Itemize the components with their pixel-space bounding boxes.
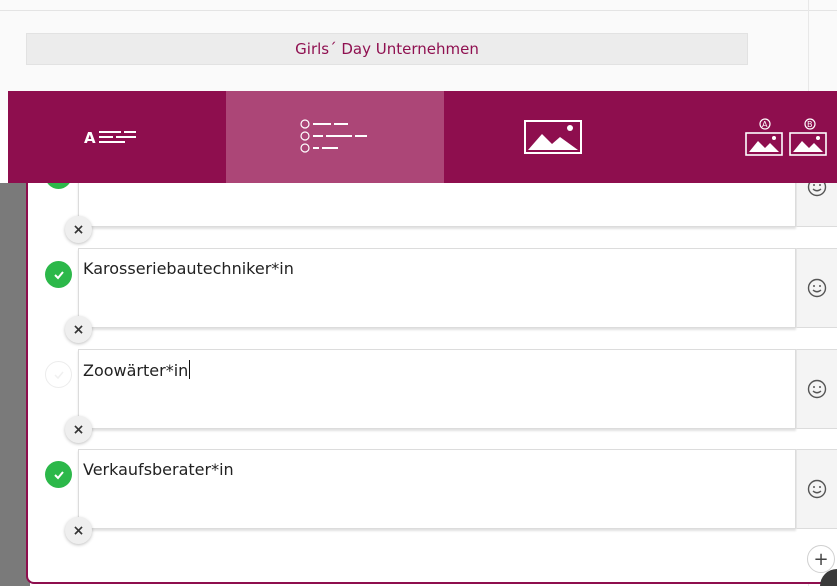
- delete-answer-button[interactable]: ×: [65, 316, 92, 343]
- delete-answer-button[interactable]: ×: [65, 517, 92, 544]
- answer-type-toolbar: A A B: [8, 91, 837, 183]
- correct-toggle[interactable]: [45, 361, 72, 388]
- svg-text:B: B: [807, 120, 813, 129]
- svg-text:A: A: [84, 129, 96, 147]
- answer-input[interactable]: Zoowärter*in: [78, 349, 796, 429]
- correct-toggle[interactable]: [45, 461, 72, 488]
- answer-input[interactable]: Karosseriebautechniker*in: [78, 248, 796, 328]
- svg-text:A: A: [762, 120, 768, 129]
- answer-input[interactable]: Verkaufsberater*in: [78, 449, 796, 529]
- answer-text: Verkaufsberater*in: [83, 460, 234, 479]
- check-icon: [53, 270, 64, 279]
- smiley-icon: [807, 479, 827, 499]
- answer-row: Verkaufsberater*in: [78, 449, 837, 529]
- smiley-icon: [807, 379, 827, 399]
- tab-image-ab-answers[interactable]: A B: [662, 91, 837, 183]
- check-icon: [53, 470, 64, 479]
- emoji-button[interactable]: [796, 248, 837, 328]
- emoji-button[interactable]: [796, 449, 837, 529]
- tab-abc-answers[interactable]: [226, 91, 444, 183]
- tab-text-answers[interactable]: A: [8, 91, 226, 183]
- delete-answer-button[interactable]: ×: [65, 216, 92, 243]
- tab-image-answers[interactable]: [444, 91, 662, 183]
- text-caret: [189, 360, 191, 379]
- delete-answer-button[interactable]: ×: [65, 416, 92, 443]
- emoji-button[interactable]: [796, 349, 837, 429]
- page-title: Girls´ Day Unternehmen: [295, 40, 479, 58]
- answer-text: Zoowärter*in: [83, 360, 191, 380]
- answer-row: Zoowärter*in: [78, 349, 837, 429]
- top-divider: [0, 10, 837, 11]
- answer-text: Karosseriebautechniker*in: [83, 259, 294, 278]
- image-ab-icon: A B: [745, 118, 827, 156]
- smiley-icon: [807, 278, 827, 298]
- check-icon: [53, 371, 64, 379]
- correct-toggle[interactable]: [45, 261, 72, 288]
- title-bar: Girls´ Day Unternehmen: [26, 33, 748, 65]
- abc-list-icon: [300, 119, 367, 153]
- answer-value: Zoowärter*in: [83, 361, 189, 380]
- text-lines-icon: A: [84, 129, 136, 147]
- image-icon: [524, 120, 582, 154]
- add-answer-button[interactable]: +: [807, 545, 835, 573]
- answer-row: Karosseriebautechniker*in: [78, 248, 837, 328]
